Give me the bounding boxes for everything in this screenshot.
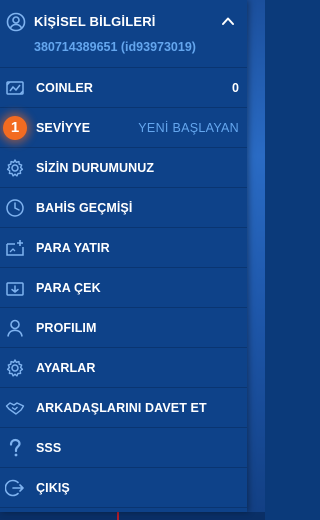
question-icon xyxy=(5,438,25,458)
clock-icon xyxy=(5,198,25,218)
menu-item-logout[interactable]: ÇIKIŞ xyxy=(0,468,247,508)
page: KİŞİSEL BİLGİLERİ 380714389651 (id939730… xyxy=(0,0,265,520)
menu-item-settings[interactable]: AYARLAR xyxy=(0,348,247,388)
menu-item-label: PARA ÇEK xyxy=(36,281,101,295)
menu-item-label: AYARLAR xyxy=(36,361,96,375)
menu-item-level[interactable]: 1 SEVİYYE YENİ BAŞLAYAN xyxy=(0,108,247,148)
menu-item-label: SSS xyxy=(36,441,62,455)
withdraw-icon xyxy=(5,278,25,298)
coins-value: 0 xyxy=(232,81,239,95)
menu-item-label: BAHİS GEÇMİŞİ xyxy=(36,201,133,215)
handshake-icon xyxy=(5,398,25,418)
menu-item-label: SİZİN DURUMUNUZ xyxy=(36,161,155,175)
header-title: KİŞİSEL BİLGİLERİ xyxy=(34,14,156,29)
menu-item-label: ÇIKIŞ xyxy=(36,481,70,495)
menu-item-withdraw[interactable]: PARA ÇEK xyxy=(0,268,247,308)
menu-item-label: COINLER xyxy=(36,81,93,95)
level-value: YENİ BAŞLAYAN xyxy=(138,121,239,135)
menu-item-bet-history[interactable]: BAHİS GEÇMİŞİ xyxy=(0,188,247,228)
menu-item-coins[interactable]: COINLER 0 xyxy=(0,68,247,108)
menu-item-label: SEVİYYE xyxy=(36,121,91,135)
user-circle-icon xyxy=(6,12,26,32)
chevron-up-icon[interactable] xyxy=(221,14,235,28)
menu-item-invite-friends[interactable]: ARKADAŞLARINI DAVET ET xyxy=(0,388,247,428)
menu-item-your-status[interactable]: SİZİN DURUMUNUZ xyxy=(0,148,247,188)
settings-icon xyxy=(5,358,25,378)
deposit-icon xyxy=(5,238,25,258)
level-badge: 1 xyxy=(3,116,27,140)
menu-item-faq[interactable]: SSS xyxy=(0,428,247,468)
gear-icon xyxy=(5,158,25,178)
side-menu: KİŞİSEL BİLGİLERİ 380714389651 (id939730… xyxy=(0,0,247,512)
person-icon xyxy=(5,318,25,338)
bottom-strip xyxy=(0,512,265,520)
account-id: 380714389651 (id93973019) xyxy=(34,40,196,54)
logout-icon xyxy=(5,478,25,498)
menu-item-profile[interactable]: PROFILIM xyxy=(0,308,247,348)
menu-item-label: PROFILIM xyxy=(36,321,97,335)
coins-icon xyxy=(5,78,25,98)
personal-info-header[interactable]: KİŞİSEL BİLGİLERİ 380714389651 (id939730… xyxy=(0,0,247,68)
menu-item-deposit[interactable]: PARA YATIR xyxy=(0,228,247,268)
background-strip xyxy=(247,0,265,520)
menu-item-label: PARA YATIR xyxy=(36,241,110,255)
menu-item-label: ARKADAŞLARINI DAVET ET xyxy=(36,401,207,415)
